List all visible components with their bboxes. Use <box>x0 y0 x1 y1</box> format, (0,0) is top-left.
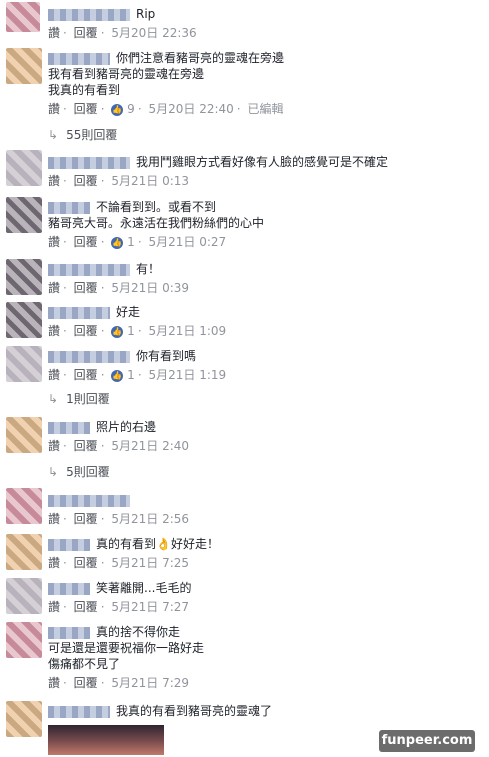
like-thumb-icon[interactable]: 👍 <box>111 103 124 116</box>
comment-text-line: 我用鬥雞眼方式看好像有人臉的感覺可是不確定 <box>136 155 389 169</box>
like-button[interactable]: 讚 <box>48 102 60 116</box>
reply-button[interactable]: 回覆 <box>74 324 98 338</box>
commenter-name[interactable] <box>48 626 90 639</box>
comment-text-line: 豬哥亮大哥。永遠活在我們粉絲們的心中 <box>48 216 265 230</box>
view-replies-link[interactable]: ↳ 1則回覆 <box>48 390 110 407</box>
reply-button[interactable]: 回覆 <box>74 556 98 570</box>
commenter-name[interactable] <box>48 306 110 319</box>
reply-button[interactable]: 回覆 <box>74 281 98 295</box>
comment-text-line: 真的有看到👌好好走！ <box>96 537 219 551</box>
avatar[interactable] <box>6 302 42 338</box>
commenter-name[interactable] <box>48 705 110 718</box>
comment-text-line: 真的捨不得你走 <box>96 625 181 639</box>
avatar[interactable] <box>6 2 40 32</box>
reply-button[interactable]: 回覆 <box>74 174 98 188</box>
comment-text-line: 照片的右邊 <box>96 420 157 434</box>
commenter-name[interactable] <box>48 582 90 595</box>
like-button[interactable]: 讚 <box>48 556 60 570</box>
reply-button[interactable]: 回覆 <box>74 235 98 249</box>
comment-photo[interactable] <box>48 725 164 755</box>
comment-text-line: 你有看到嗎 <box>136 349 197 363</box>
reply-button[interactable]: 回覆 <box>74 102 98 116</box>
like-count[interactable]: 1 <box>127 235 135 249</box>
timestamp[interactable]: 5月21日 0:27 <box>148 235 226 249</box>
reply-button[interactable]: 回覆 <box>74 676 98 690</box>
like-button[interactable]: 讚 <box>48 368 60 382</box>
avatar[interactable] <box>6 259 42 295</box>
timestamp[interactable]: 5月21日 7:25 <box>111 556 189 570</box>
commenter-name[interactable] <box>48 263 130 276</box>
reply-arrow-icon: ↳ <box>48 128 59 142</box>
timestamp[interactable]: 5月21日 0:13 <box>111 174 189 188</box>
reply-button[interactable]: 回覆 <box>74 439 98 453</box>
commenter-name[interactable] <box>48 52 110 65</box>
reply-button[interactable]: 回覆 <box>74 512 98 526</box>
reply-button[interactable]: 回覆 <box>74 368 98 382</box>
avatar[interactable] <box>6 346 42 382</box>
like-button[interactable]: 讚 <box>48 439 60 453</box>
reply-arrow-icon: ↳ <box>48 465 59 479</box>
comment-text-line: 你們注意看豬哥亮的靈魂在旁邊 <box>116 51 285 65</box>
avatar[interactable] <box>6 622 42 658</box>
avatar[interactable] <box>6 150 42 186</box>
avatar[interactable] <box>6 488 42 524</box>
comment-text-line: 不論看到到。或看不到 <box>96 200 217 214</box>
like-count[interactable]: 1 <box>127 324 135 338</box>
site-watermark: funpeer.com <box>379 730 475 752</box>
commenter-name[interactable] <box>48 8 130 21</box>
timestamp[interactable]: 5月21日 2:40 <box>111 439 189 453</box>
avatar[interactable] <box>6 534 42 570</box>
like-button[interactable]: 讚 <box>48 600 60 614</box>
like-button[interactable]: 讚 <box>48 324 60 338</box>
like-button[interactable]: 讚 <box>48 174 60 188</box>
avatar[interactable] <box>6 48 42 84</box>
reply-button[interactable]: 回覆 <box>74 26 98 40</box>
view-replies-link[interactable]: ↳ 55則回覆 <box>48 126 117 143</box>
like-button[interactable]: 讚 <box>48 281 60 295</box>
like-count[interactable]: 9 <box>127 102 135 116</box>
comment-text-line: 有！ <box>136 262 161 276</box>
like-button[interactable]: 讚 <box>48 235 60 249</box>
like-count[interactable]: 1 <box>127 368 135 382</box>
avatar[interactable] <box>6 417 42 453</box>
comment-text-line: 我真的有看到 <box>48 83 121 97</box>
timestamp[interactable]: 5月21日 7:27 <box>111 600 189 614</box>
avatar[interactable] <box>6 578 42 614</box>
comment-text-line: 好走 <box>116 305 141 319</box>
commenter-name[interactable] <box>48 201 90 214</box>
like-thumb-icon[interactable]: 👍 <box>111 325 124 338</box>
like-button[interactable]: 讚 <box>48 512 60 526</box>
timestamp[interactable]: 5月21日 1:09 <box>148 324 226 338</box>
commenter-name[interactable] <box>48 421 90 434</box>
commenter-name[interactable] <box>48 350 130 363</box>
timestamp[interactable]: 5月21日 1:19 <box>148 368 226 382</box>
timestamp[interactable]: 5月20日 22:36 <box>111 26 196 40</box>
timestamp[interactable]: 5月21日 0:39 <box>111 281 189 295</box>
comment-text: Rip <box>136 7 156 21</box>
like-thumb-icon[interactable]: 👍 <box>111 236 124 249</box>
reply-arrow-icon: ↳ <box>48 392 59 406</box>
comment-text-line: 可是還是還要祝福你一路好走 <box>48 641 205 655</box>
timestamp[interactable]: 5月20日 22:40 <box>148 102 233 116</box>
comment-text-line: 我有看到豬哥亮的靈魂在旁邊 <box>48 67 205 81</box>
like-thumb-icon[interactable]: 👍 <box>111 369 124 382</box>
timestamp[interactable]: 5月21日 2:56 <box>111 512 189 526</box>
avatar[interactable] <box>6 197 42 233</box>
comment-text-line: 傷痛都不見了 <box>48 657 121 671</box>
commenter-name[interactable] <box>48 538 90 551</box>
commenter-name[interactable] <box>48 494 130 507</box>
commenter-name[interactable] <box>48 156 130 169</box>
reply-button[interactable]: 回覆 <box>74 600 98 614</box>
like-button[interactable]: 讚 <box>48 676 60 690</box>
like-button[interactable]: 讚 <box>48 26 60 40</box>
avatar[interactable] <box>6 701 42 737</box>
view-replies-link[interactable]: ↳ 5則回覆 <box>48 463 110 480</box>
comment-text-line: 我真的有看到豬哥亮的靈魂了 <box>116 704 273 718</box>
edited-label[interactable]: 已編輯 <box>247 102 283 116</box>
comment-text-line: 笑著離開...毛毛的 <box>96 581 192 595</box>
timestamp[interactable]: 5月21日 7:29 <box>111 676 189 690</box>
